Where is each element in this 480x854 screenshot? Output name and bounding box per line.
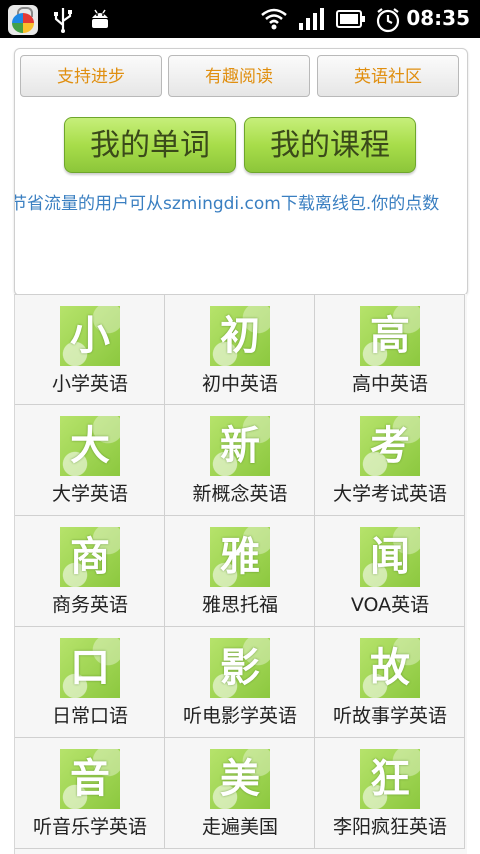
my-courses-button[interactable]: 我的课程 — [244, 117, 416, 173]
across-america-icon: 美 — [210, 749, 270, 809]
category-stories[interactable]: 故 听故事学英语 — [315, 627, 465, 738]
ielts-toefl-icon: 雅 — [210, 527, 270, 587]
usb-icon — [54, 8, 72, 33]
category-label: 初中英语 — [201, 373, 278, 395]
music-icon: 音 — [60, 749, 120, 809]
signal-icon — [299, 8, 324, 30]
category-label: 商务英语 — [51, 594, 128, 616]
category-label: 听故事学英语 — [332, 705, 447, 727]
app-store-icon — [8, 5, 38, 35]
category-business[interactable]: 商 商务英语 — [15, 516, 165, 627]
college-exam-icon: 考 — [360, 416, 420, 476]
category-daily-speaking[interactable]: 口 日常口语 — [15, 627, 165, 738]
category-label: 大学英语 — [51, 483, 128, 505]
category-across-america[interactable]: 美 走遍美国 — [165, 738, 315, 849]
category-label: 高中英语 — [351, 373, 428, 395]
alarm-clock-icon — [376, 8, 400, 33]
new-concept-icon: 新 — [210, 416, 270, 476]
clock-time: 08:35 — [406, 6, 470, 30]
business-icon: 商 — [60, 527, 120, 587]
category-college-exam[interactable]: 考 大学考试英语 — [315, 405, 465, 516]
stories-icon: 故 — [360, 638, 420, 698]
status-bar: 08:35 — [0, 0, 480, 38]
senior-high-icon: 高 — [360, 306, 420, 366]
wifi-icon — [261, 8, 287, 30]
category-label: 走遍美国 — [201, 816, 278, 838]
category-voa[interactable]: 闻 VOA英语 — [315, 516, 465, 627]
category-music[interactable]: 音 听音乐学英语 — [15, 738, 165, 849]
battery-icon — [336, 10, 365, 28]
crazy-english-icon: 狂 — [360, 749, 420, 809]
category-label: 李阳疯狂英语 — [332, 816, 447, 838]
category-label: 新概念英语 — [192, 483, 288, 505]
voa-icon: 闻 — [360, 527, 420, 587]
tab-support-progress[interactable]: 支持进步 — [20, 55, 162, 97]
category-senior-high[interactable]: 高 高中英语 — [315, 294, 465, 405]
category-label: 日常口语 — [51, 705, 128, 727]
my-words-button[interactable]: 我的单词 — [64, 117, 236, 173]
primary-school-icon: 小 — [60, 306, 120, 366]
category-label: 小学英语 — [51, 373, 128, 395]
category-label: 雅思托福 — [201, 594, 278, 616]
notice-text: 需节省流量的用户可从szmingdi.com下载离线包.你的点数 — [15, 194, 440, 214]
notice-marquee: 需节省流量的用户可从szmingdi.com下载离线包.你的点数 — [15, 185, 467, 215]
category-label: 听音乐学英语 — [32, 816, 147, 838]
category-label: VOA英语 — [350, 594, 430, 616]
top-panel: 支持进步 有趣阅读 英语社区 我的单词 我的课程 需节省流量的用户可从szmin… — [14, 48, 468, 296]
android-debug-icon — [92, 9, 108, 28]
category-grid: 小 小学英语 初 初中英语 高 高中英语 大 大学英语 新 新概念英语 考 大学… — [14, 294, 467, 854]
category-ielts-toefl[interactable]: 雅 雅思托福 — [165, 516, 315, 627]
category-crazy-english[interactable]: 狂 李阳疯狂英语 — [315, 738, 465, 849]
category-junior-high[interactable]: 初 初中英语 — [165, 294, 315, 405]
category-primary-school[interactable]: 小 小学英语 — [15, 294, 165, 405]
category-movies[interactable]: 影 听电影学英语 — [165, 627, 315, 738]
category-new-concept[interactable]: 新 新概念英语 — [165, 405, 315, 516]
tab-english-community[interactable]: 英语社区 — [317, 55, 459, 97]
junior-high-icon: 初 — [210, 306, 270, 366]
category-label: 听电影学英语 — [182, 705, 297, 727]
category-label: 大学考试英语 — [332, 483, 447, 505]
college-icon: 大 — [60, 416, 120, 476]
daily-speaking-icon: 口 — [60, 638, 120, 698]
tab-fun-reading[interactable]: 有趣阅读 — [168, 55, 310, 97]
category-college[interactable]: 大 大学英语 — [15, 405, 165, 516]
movies-icon: 影 — [210, 638, 270, 698]
